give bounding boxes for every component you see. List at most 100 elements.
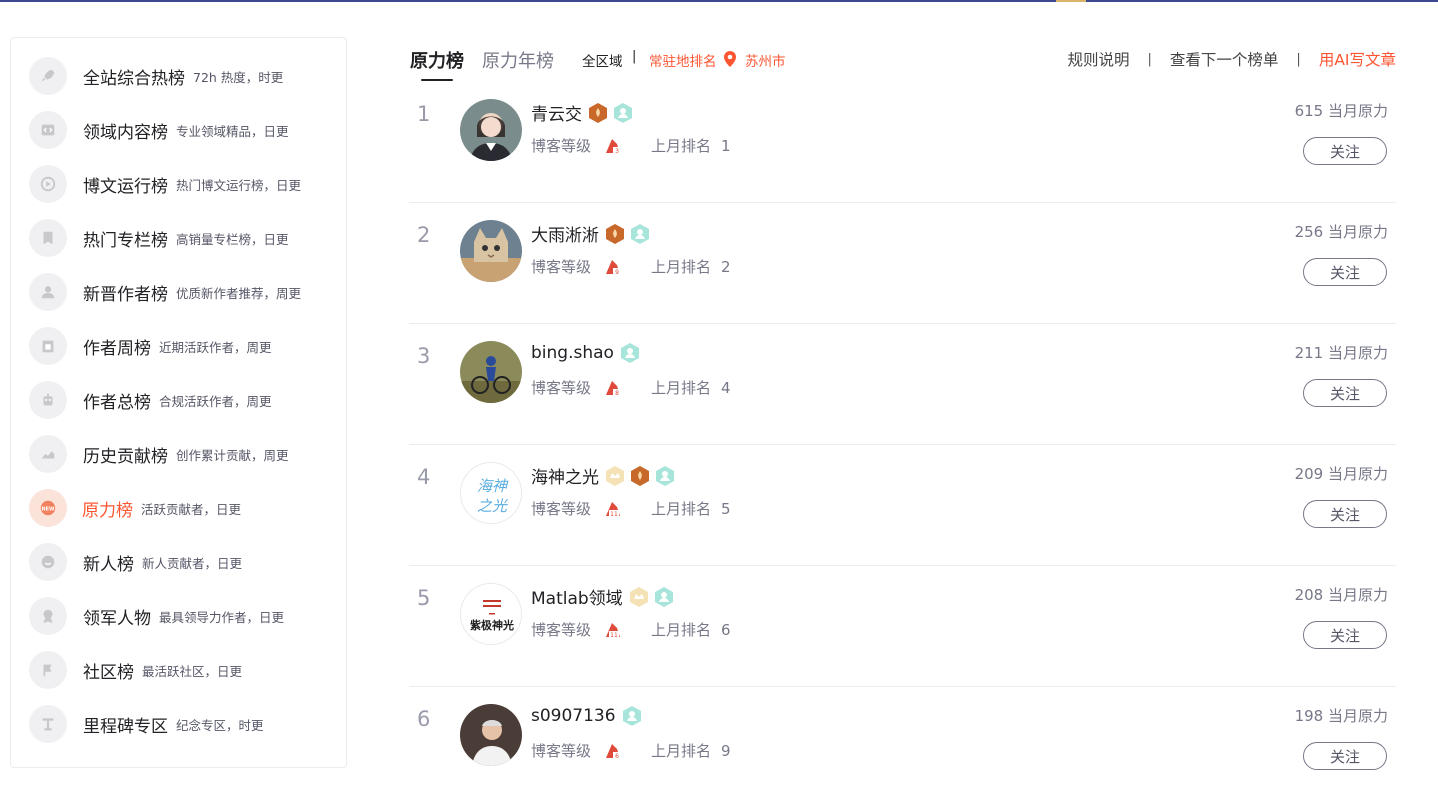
monthly-power: 256 当月原力 [1295,221,1388,242]
blog-level-label: 博客等级 [531,621,592,639]
rules-link[interactable]: 规则说明 [1068,48,1130,70]
author-name-link[interactable]: 大雨淅淅 [531,221,599,246]
sidebar-item-post-run[interactable]: 博文运行榜 热门博文运行榜，日更 [29,164,339,204]
sidebar-item-desc: 新人贡献者，日更 [142,555,243,571]
ai-write-link[interactable]: 用AI写文章 [1319,48,1396,70]
avatar-logo-text: 之光 [477,497,508,515]
follow-button[interactable]: 关注 [1303,621,1387,649]
blog-level-label: 博客等级 [531,379,592,397]
top-accent-line [0,0,1438,2]
photo-woman-avatar[interactable] [460,99,522,161]
sidebar-item-author-total[interactable]: 作者总榜 合规活跃作者，周更 [29,380,339,420]
new-badge-icon: NEW [29,489,67,527]
sidebar-item-milestone[interactable]: 里程碑专区 纪念专区，时更 [29,704,339,744]
follow-button[interactable]: 关注 [1303,379,1387,407]
last-month-label: 上月排名 [651,258,712,276]
sidebar-item-desc: 高销量专栏榜，日更 [176,231,289,247]
sidebar-item-name: 领军人物 [83,608,151,629]
power-label: 当月原力 [1327,707,1388,725]
blog-level-label: 博客等级 [531,137,592,155]
last-month-label: 上月排名 [651,742,712,760]
sidebar-item-newcomer[interactable]: 新人榜 新人贡献者，日更 [29,542,339,582]
sidebar-item-leader[interactable]: 领军人物 最具领导力作者，日更 [29,596,339,636]
follow-button[interactable]: 关注 [1303,500,1387,528]
svg-text:11: 11 [610,511,618,518]
next-list-link[interactable]: 查看下一个榜单 [1170,48,1279,70]
last-month-rank: 4 [721,378,731,397]
sidebar-item-desc: 创作累计贡献，周更 [176,447,289,463]
power-label: 当月原力 [1327,102,1388,120]
author-name-link[interactable]: bing.shao [531,343,614,363]
monthly-power: 209 当月原力 [1295,463,1388,484]
follow-button[interactable]: 关注 [1303,137,1387,165]
author-name: bing.shao [531,342,641,364]
level-3-icon: 3 [606,138,622,155]
photo-cat-avatar[interactable] [460,220,522,282]
power-value: 209 [1294,465,1324,483]
photo-cyclist-avatar[interactable] [460,341,522,403]
link-separator: | [1296,51,1301,67]
svg-text:11: 11 [610,632,618,639]
photo-man-avatar[interactable] [460,704,522,766]
rank-number: 5 [417,586,431,610]
author-name-link[interactable]: s0907136 [531,706,616,726]
monthly-power: 198 当月原力 [1295,705,1388,726]
ranking-row: 2 大雨淅淅 博客等级 9 上月排名 2 256 当月原力 关注 [409,203,1396,324]
hand-icon [29,435,67,473]
power-value: 256 [1294,223,1324,241]
follow-button[interactable]: 关注 [1303,742,1387,770]
region-filter[interactable]: 全区域 [582,50,623,70]
sidebar-item-site-hot[interactable]: 全站综合热榜 72h 热度，时更 [29,56,339,96]
sidebar-item-power[interactable]: NEW 原力榜 活跃贡献者，日更 [29,488,339,528]
text-logo-avatar[interactable]: 紫极神光 [460,583,522,645]
sidebar-item-name: 博文运行榜 [83,176,168,197]
sidebar-item-author-week[interactable]: 作者周榜 近期活跃作者，周更 [29,326,339,366]
sidebar-item-name: 作者总榜 [83,392,151,413]
tab-active-underline [421,79,453,81]
teal-badge-icon [622,706,641,726]
bronze-badge-icon [606,223,624,244]
power-value: 198 [1294,707,1324,725]
tab-yearly-ranking[interactable]: 原力年榜 [482,47,554,73]
last-month-rank: 9 [721,741,731,760]
sidebar-item-name: 全站综合热榜 [83,68,185,89]
author-name: 海神之光 [531,463,676,488]
ranking-row: 1 青云交 博客等级 3 上月排名 1 615 当月原力 关注 [409,82,1396,203]
teal-badge-icon [654,586,673,607]
author-name-link[interactable]: 海神之光 [531,463,599,488]
sidebar-item-desc: 活跃贡献者，日更 [141,501,242,517]
power-value: 208 [1294,586,1324,604]
sidebar-item-desc: 72h 热度，时更 [193,69,284,85]
gold-badge-icon [629,586,648,607]
author-name: 青云交 [531,100,634,125]
ranking-sidebar: 全站综合热榜 72h 热度，时更 领域内容榜 专业领域精品，日更 博文运行榜 热… [10,37,347,768]
last-month-label: 上月排名 [651,621,712,639]
sidebar-item-column[interactable]: 热门专栏榜 高销量专栏榜，日更 [29,218,339,258]
medal-icon [29,597,67,635]
blog-level-row: 博客等级 9 上月排名 2 [531,256,731,277]
svg-text:NEW: NEW [42,506,56,512]
tab-power-ranking[interactable]: 原力榜 [410,47,464,73]
ranking-row: 5 紫极神光 Matlab领域 博客等级 11 上月排名 6 208 当月原力 … [409,566,1396,687]
resident-rank-link[interactable]: 常驻地排名 [649,50,717,70]
sidebar-item-new-author[interactable]: 新晋作者榜 优质新作者推荐，周更 [29,272,339,312]
sidebar-item-name: 社区榜 [83,662,134,683]
svg-text:3: 3 [615,148,619,155]
sidebar-item-history[interactable]: 历史贡献榜 创作累计贡献，周更 [29,434,339,474]
city-selector[interactable]: 苏州市 [745,50,786,70]
author-name: 大雨淅淅 [531,221,651,246]
sidebar-item-name: 热门专栏榜 [83,230,168,251]
author-name-link[interactable]: 青云交 [531,100,582,125]
smile-icon [29,543,67,581]
sidebar-item-desc: 优质新作者推荐，周更 [176,285,302,301]
text-logo-avatar[interactable]: 海神 之光 [460,462,522,524]
blog-level-label: 博客等级 [531,500,592,518]
blog-level-row: 博客等级 6 上月排名 9 [531,740,731,761]
sidebar-item-desc: 最具领导力作者，日更 [159,609,285,625]
sidebar-item-desc: 合规活跃作者，周更 [159,393,272,409]
sidebar-item-domain[interactable]: 领域内容榜 专业领域精品，日更 [29,110,339,150]
sidebar-item-community[interactable]: 社区榜 最活跃社区，日更 [29,650,339,690]
power-label: 当月原力 [1327,223,1388,241]
follow-button[interactable]: 关注 [1303,258,1387,286]
author-name-link[interactable]: Matlab领域 [531,584,623,609]
